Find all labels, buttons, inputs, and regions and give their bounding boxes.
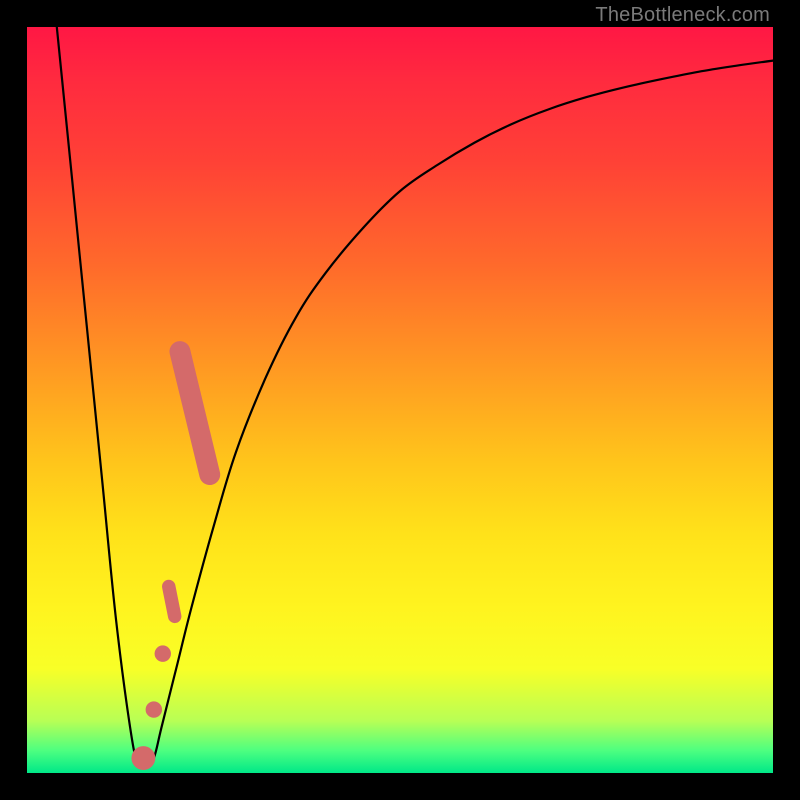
highlight-dot-2 bbox=[146, 701, 162, 717]
highlight-stroke-mid bbox=[169, 587, 175, 617]
chart-svg bbox=[27, 27, 773, 773]
outer-frame: TheBottleneck.com bbox=[0, 0, 800, 800]
plot-area bbox=[27, 27, 773, 773]
highlight-dot-3 bbox=[131, 746, 155, 770]
highlight-stroke-top bbox=[180, 352, 210, 475]
highlight-markers bbox=[131, 352, 209, 771]
attribution-text: TheBottleneck.com bbox=[595, 4, 770, 27]
highlight-dot-1 bbox=[155, 645, 171, 661]
